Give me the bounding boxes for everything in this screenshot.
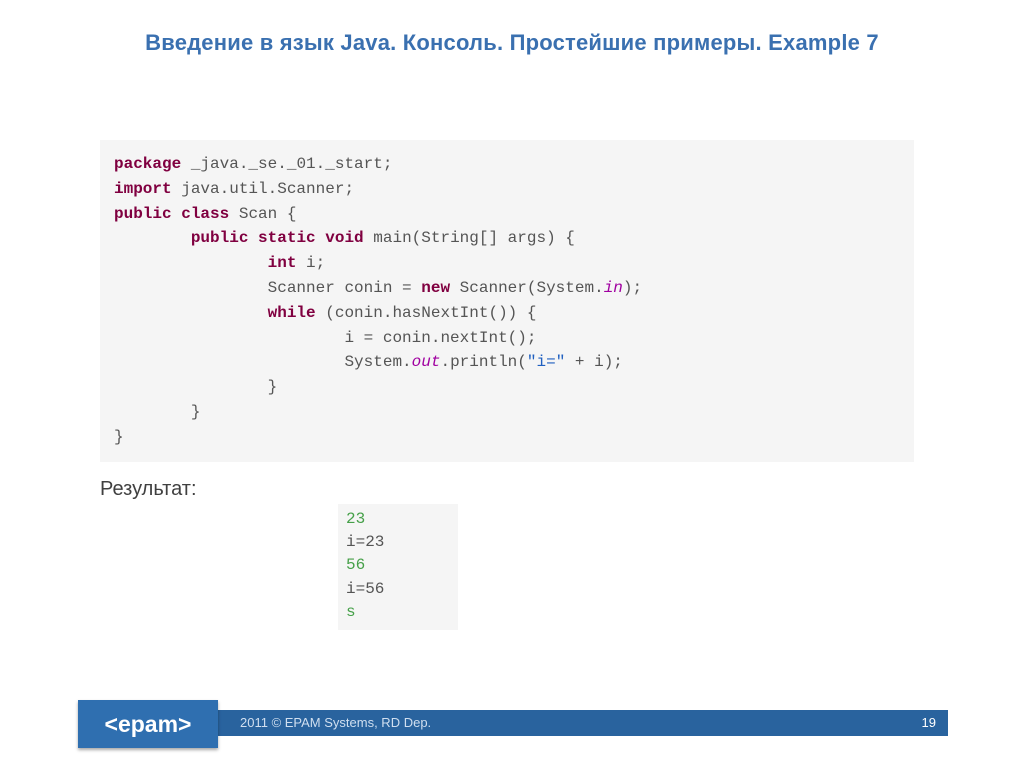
keyword: import bbox=[114, 180, 172, 198]
keyword: static bbox=[258, 229, 316, 247]
code-text: ); bbox=[623, 279, 642, 297]
keyword: public bbox=[191, 229, 249, 247]
result-input: 56 bbox=[346, 556, 365, 574]
code-text: java.util.Scanner; bbox=[172, 180, 354, 198]
page-number: 19 bbox=[922, 715, 936, 730]
code-text: i; bbox=[296, 254, 325, 272]
code-italic: in bbox=[604, 279, 623, 297]
logo: <epam> bbox=[78, 700, 218, 748]
code-text: Scan { bbox=[229, 205, 296, 223]
code-text: Scanner conin = bbox=[268, 279, 422, 297]
code-text: main(String[] args) { bbox=[364, 229, 575, 247]
code-text: _java._se._01._start; bbox=[181, 155, 392, 173]
keyword: new bbox=[421, 279, 450, 297]
keyword: void bbox=[325, 229, 363, 247]
code-text: System. bbox=[344, 353, 411, 371]
keyword: package bbox=[114, 155, 181, 173]
code-text: (conin.hasNextInt()) { bbox=[316, 304, 537, 322]
code-text: } bbox=[268, 378, 278, 396]
code-text: Scanner(System. bbox=[450, 279, 604, 297]
code-text: } bbox=[191, 403, 201, 421]
code-text: } bbox=[114, 428, 124, 446]
slide: Введение в язык Java. Консоль. Простейши… bbox=[0, 0, 1024, 768]
code-block: package _java._se._01._start; import jav… bbox=[100, 140, 914, 462]
keyword: while bbox=[268, 304, 316, 322]
code-text: .println( bbox=[440, 353, 526, 371]
result-block: 23 i=23 56 i=56 s bbox=[338, 504, 458, 630]
keyword: class bbox=[181, 205, 229, 223]
result-output: i=56 bbox=[346, 580, 384, 598]
result-label: Результат: bbox=[100, 478, 197, 501]
code-italic: out bbox=[412, 353, 441, 371]
keyword: public bbox=[114, 205, 172, 223]
copyright: 2011 © EPAM Systems, RD Dep. bbox=[240, 715, 431, 730]
result-input: 23 bbox=[346, 510, 365, 528]
code-text: i = conin.nextInt(); bbox=[344, 329, 536, 347]
slide-title: Введение в язык Java. Консоль. Простейши… bbox=[0, 30, 1024, 56]
result-input: s bbox=[346, 603, 356, 621]
code-string: "i=" bbox=[527, 353, 565, 371]
code-text: + i); bbox=[565, 353, 623, 371]
logo-text: <epam> bbox=[105, 711, 192, 738]
keyword: int bbox=[268, 254, 297, 272]
result-output: i=23 bbox=[346, 533, 384, 551]
